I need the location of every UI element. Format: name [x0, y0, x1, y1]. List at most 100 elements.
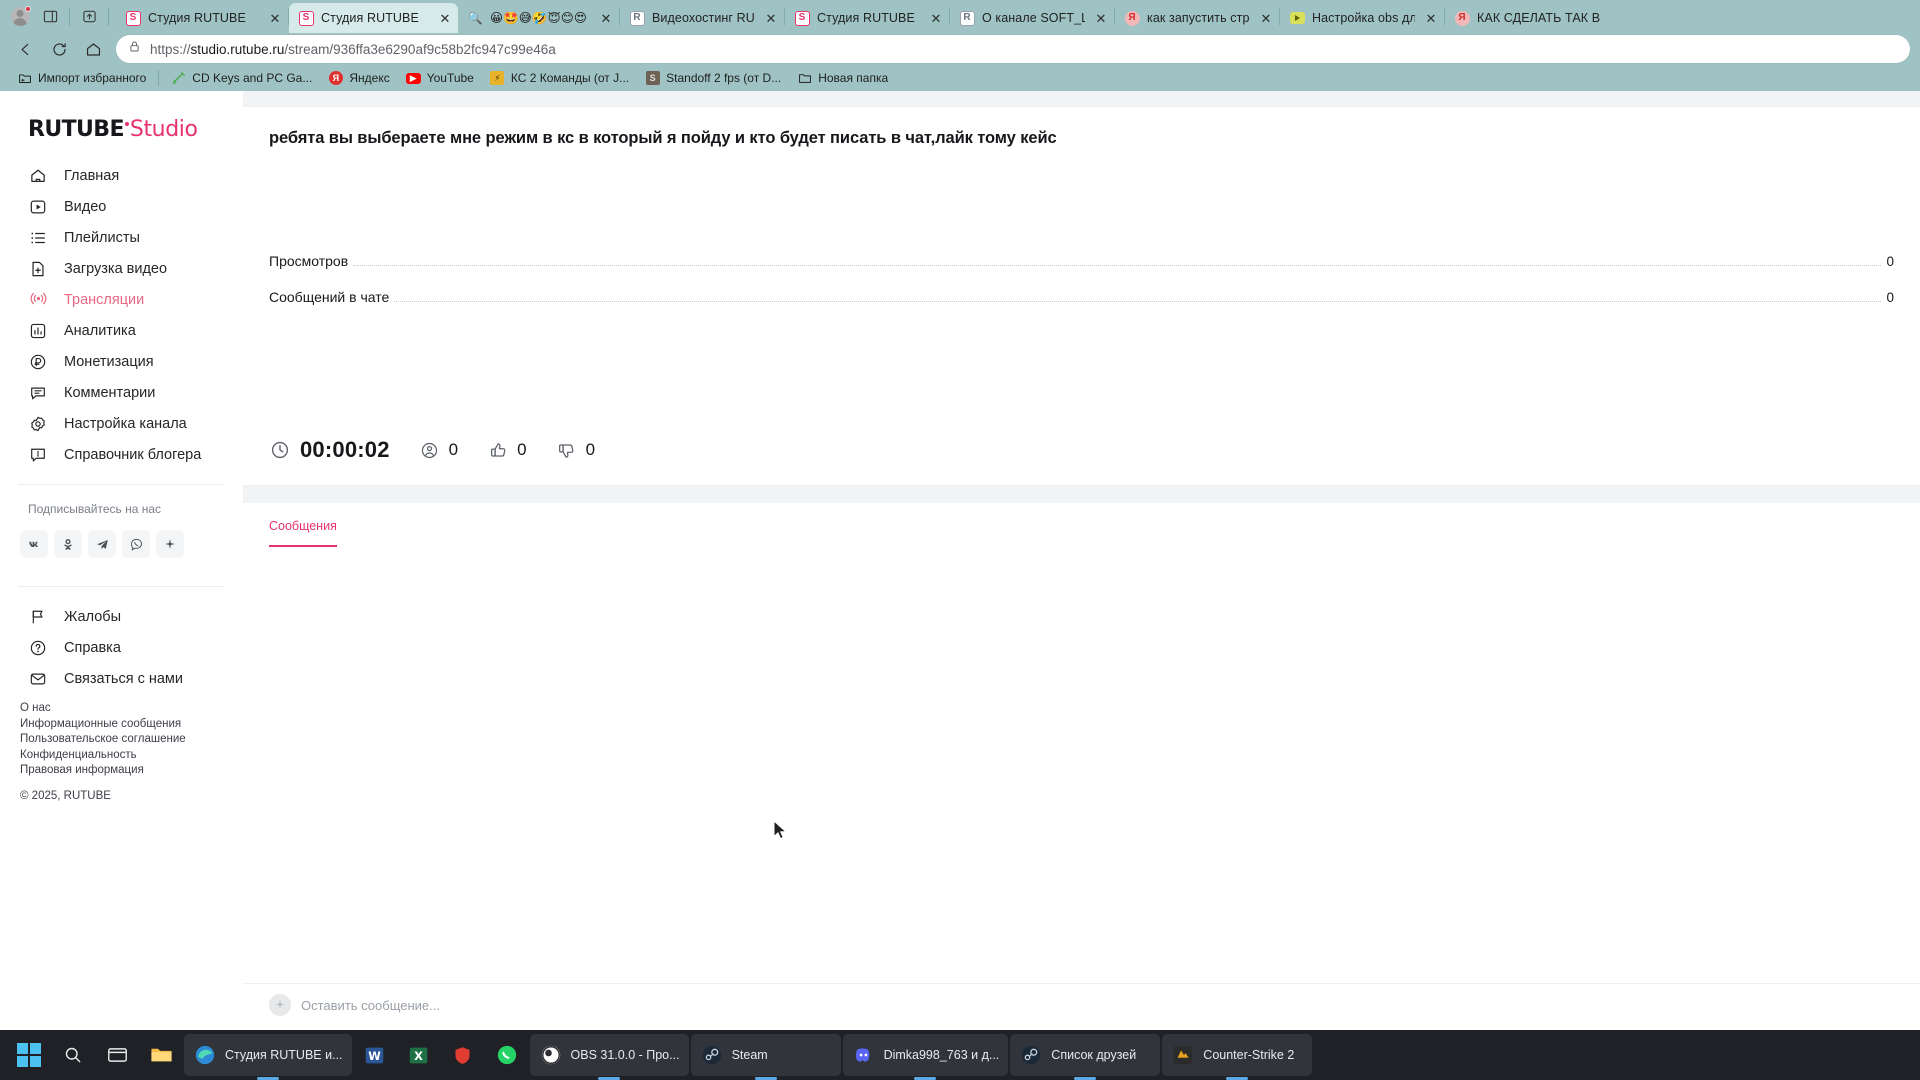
more-icon[interactable]	[156, 530, 184, 558]
tab-strip: S Студия RUTUBE ✕ S Студия RUTUBE ✕ 🔍 😀🤩…	[0, 0, 1920, 33]
bookmark-import[interactable]: Импорт избранного	[9, 69, 154, 88]
sidebar-item-upload[interactable]: Загрузка видео	[0, 253, 243, 284]
bookmark-new-folder[interactable]: Новая папка	[789, 69, 896, 88]
sidebar-item-blogger-guide[interactable]: Справочник блогера	[0, 439, 243, 470]
taskbar-item-cs2[interactable]: Counter-Strike 2	[1162, 1034, 1313, 1080]
folder-icon	[797, 71, 812, 86]
bookmark-standoff[interactable]: S Standoff 2 fps (от D...	[637, 69, 789, 88]
help-icon	[28, 638, 48, 658]
footer-link-about[interactable]: О нас	[20, 702, 243, 714]
taskbar-item-discord-label: Dimka998_763 и д...	[883, 1048, 1000, 1062]
tab-6-close-icon[interactable]: ✕	[1257, 9, 1275, 27]
metric-dislikes-value: 0	[585, 440, 596, 459]
start-button[interactable]	[8, 1034, 50, 1076]
tab-messages[interactable]: Сообщения	[269, 519, 337, 547]
bookmark-cdkeys[interactable]: CD Keys and PC Ga...	[163, 69, 320, 88]
taskbar-item-whatsapp[interactable]	[486, 1034, 528, 1076]
tab-2[interactable]: 🔍 😀🤩😅🤣😇😊😍 ✕	[458, 3, 619, 33]
tab-7[interactable]: Настройка obs для стрим ✕	[1280, 3, 1444, 33]
footer-link-legal[interactable]: Правовая информация	[20, 764, 243, 776]
tab-1-close-icon[interactable]: ✕	[436, 9, 454, 27]
sidebar-item-analytics[interactable]: Аналитика	[0, 315, 243, 346]
bookmark-yandex-label: Яндекс	[349, 71, 390, 85]
sidebar-item-monetization[interactable]: Монетизация	[0, 346, 243, 377]
search-button[interactable]	[52, 1034, 94, 1076]
reload-button[interactable]	[44, 35, 74, 63]
taskbar-item-discord[interactable]: Dimka998_763 и д...	[842, 1034, 1009, 1080]
chat-messages-area	[243, 547, 1920, 983]
taskbar-item-edge[interactable]: Студия RUTUBE и...	[184, 1034, 352, 1080]
metric-duration: 00:00:02	[269, 437, 390, 463]
tab-6[interactable]: Я как запустить стрим без ✕	[1115, 3, 1279, 33]
chat-message-input[interactable]	[301, 997, 1894, 1013]
tab-0[interactable]: S Студия RUTUBE ✕	[116, 3, 288, 33]
stat-dots	[353, 265, 1882, 266]
footer-link-privacy[interactable]: Конфиденциальность	[20, 749, 243, 761]
sidebar-item-home[interactable]: Главная	[0, 160, 243, 191]
tab-2-close-icon[interactable]: ✕	[597, 9, 615, 27]
sidebar-item-help[interactable]: Справка	[0, 632, 243, 663]
tab-list: S Студия RUTUBE ✕ S Студия RUTUBE ✕ 🔍 😀🤩…	[116, 0, 1918, 33]
footer-link-info-messages[interactable]: Информационные сообщения	[20, 718, 243, 730]
tab-5-close-icon[interactable]: ✕	[1092, 9, 1110, 27]
tab-6-title: как запустить стрим без	[1147, 11, 1250, 25]
tab-actions-icon[interactable]	[36, 3, 64, 31]
sidebar-item-video[interactable]: Видео	[0, 191, 243, 222]
youtube-icon	[1289, 10, 1305, 26]
sidebar-item-broadcasts-label: Трансляции	[64, 291, 145, 308]
bookmark-cs2[interactable]: ⚡ КС 2 Команды (от J...	[482, 69, 637, 88]
sidebar-item-broadcasts[interactable]: Трансляции	[0, 284, 243, 315]
tab-3-close-icon[interactable]: ✕	[762, 9, 780, 27]
sidebar-item-channel-settings[interactable]: Настройка канала	[0, 408, 243, 439]
metric-viewers: 0	[420, 440, 458, 460]
tab-4-title: Студия RUTUBE	[817, 11, 915, 25]
tab-1[interactable]: S Студия RUTUBE ✕	[289, 3, 458, 33]
stat-views-value: 0	[1886, 254, 1894, 269]
main-content: ребята вы выбераете мне режим в кс в кот…	[243, 91, 1920, 1030]
footer-links: О нас Информационные сообщения Пользоват…	[0, 694, 243, 776]
tab-4[interactable]: S Студия RUTUBE ✕	[785, 3, 949, 33]
sidebar-item-comments[interactable]: Комментарии	[0, 377, 243, 408]
bookmark-import-label: Импорт избранного	[38, 71, 147, 85]
address-bar[interactable]: https://studio.rutube.ru/stream/936ffa3e…	[116, 35, 1910, 63]
logo-dot-icon	[124, 122, 129, 126]
taskbar-item-excel[interactable]: X	[398, 1034, 440, 1076]
tab-4-close-icon[interactable]: ✕	[927, 9, 945, 27]
bookmark-youtube[interactable]: ▶ YouTube	[398, 69, 482, 88]
mail-icon	[28, 669, 48, 689]
tab-0-close-icon[interactable]: ✕	[266, 9, 284, 27]
taskbar-item-steam-friends[interactable]: Список друзей	[1010, 1034, 1161, 1080]
bookmark-yandex[interactable]: Я Яндекс	[320, 69, 397, 88]
tab-5[interactable]: R О канале SOFT_LIGHT (52 ✕	[950, 3, 1114, 33]
profile-avatar-button[interactable]	[6, 3, 34, 31]
tab-7-close-icon[interactable]: ✕	[1422, 9, 1440, 27]
browser-toolbar: https://studio.rutube.ru/stream/936ffa3e…	[0, 33, 1920, 65]
taskbar-item-steam[interactable]: Steam	[690, 1034, 841, 1080]
taskbar-item-word[interactable]: W	[354, 1034, 396, 1076]
tab-8[interactable]: Я КАК СДЕЛАТЬ ТАК В ОБС	[1445, 3, 1605, 33]
task-view-button[interactable]	[96, 1034, 138, 1076]
metric-likes[interactable]: 0	[488, 440, 527, 460]
taskbar-item-obs[interactable]: OBS 31.0.0 - Про...	[529, 1034, 689, 1080]
rutube-studio-logo[interactable]: RUTUBE Studio	[0, 107, 243, 160]
odnoklassniki-icon[interactable]	[54, 530, 82, 558]
search-icon: 🔍	[467, 11, 483, 25]
metric-dislikes[interactable]: 0	[557, 440, 595, 460]
collections-icon[interactable]	[75, 3, 103, 31]
footer-link-user-agreement[interactable]: Пользовательское соглашение	[20, 733, 243, 745]
bitdefender-icon	[451, 1043, 475, 1067]
telegram-icon[interactable]	[88, 530, 116, 558]
sidebar-item-complaints[interactable]: Жалобы	[0, 601, 243, 632]
file-explorer-button[interactable]	[140, 1034, 182, 1076]
vk-icon[interactable]	[20, 530, 48, 558]
sidebar-item-contact-us[interactable]: Связаться с нами	[0, 663, 243, 694]
back-button[interactable]	[10, 35, 40, 63]
taskbar-item-bitdefender[interactable]	[442, 1034, 484, 1076]
home-button[interactable]	[78, 35, 108, 63]
toolbar-divider	[69, 7, 70, 26]
analytics-icon	[28, 321, 48, 341]
sidebar-item-playlists[interactable]: Плейлисты	[0, 222, 243, 253]
viber-icon[interactable]	[122, 530, 150, 558]
tab-3[interactable]: R Видеохостинг RUTUBE. С ✕	[620, 3, 784, 33]
page-viewport: RUTUBE Studio Главная Видео Плейлисты За…	[0, 91, 1920, 1030]
